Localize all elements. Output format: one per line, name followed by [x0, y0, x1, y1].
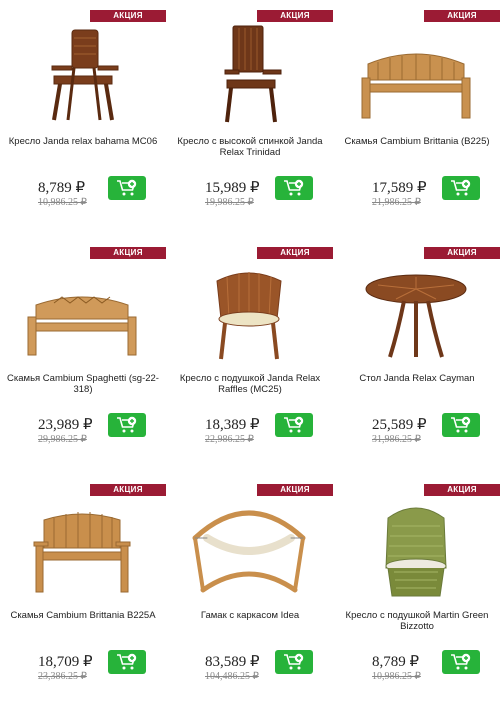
- product-old-price: 10,986.25 ₽: [372, 671, 421, 682]
- product-price: 17,589 ₽: [372, 180, 427, 196]
- product-card[interactable]: АКЦИЯ Кресло с подушкой Janda Relax Raff…: [167, 237, 333, 473]
- sale-badge: АКЦИЯ: [90, 484, 166, 496]
- product-name[interactable]: Гамак с каркасом Idea: [173, 610, 327, 621]
- product-old-price: 22,986.25 ₽: [205, 434, 254, 445]
- product-price: 18,389 ₽: [205, 417, 260, 433]
- product-name[interactable]: Скамья Cambium Spaghetti (sg-22-318): [6, 373, 160, 395]
- cart-plus-icon: [117, 416, 137, 433]
- cart-plus-icon: [284, 179, 304, 196]
- product-name[interactable]: Стол Janda Relax Cayman: [340, 373, 494, 384]
- product-image[interactable]: [181, 498, 317, 598]
- add-to-cart-button[interactable]: [275, 176, 313, 200]
- product-image[interactable]: [14, 498, 150, 598]
- product-price: 8,789 ₽: [372, 654, 420, 670]
- add-to-cart-button[interactable]: [442, 413, 480, 437]
- product-card[interactable]: АКЦИЯ Скамья Cambium Spaghetti (sg-22-31…: [0, 237, 166, 473]
- product-old-price: 23,386.25 ₽: [38, 671, 87, 682]
- sale-badge: АКЦИЯ: [424, 484, 500, 496]
- product-price: 23,989 ₽: [38, 417, 93, 433]
- product-name[interactable]: Кресло Janda relax bahama MC06: [6, 136, 160, 147]
- product-image[interactable]: [181, 24, 317, 124]
- product-name[interactable]: Кресло с высокой спинкой Janda Relax Tri…: [173, 136, 327, 158]
- sale-badge: АКЦИЯ: [257, 247, 333, 259]
- add-to-cart-button[interactable]: [108, 650, 146, 674]
- product-name[interactable]: Скамья Cambium Brittania (B225): [340, 136, 494, 147]
- product-image[interactable]: [348, 261, 484, 361]
- cart-plus-icon: [284, 653, 304, 670]
- sale-badge: АКЦИЯ: [257, 484, 333, 496]
- product-price: 25,589 ₽: [372, 417, 427, 433]
- product-image[interactable]: [348, 24, 484, 124]
- product-price: 15,989 ₽: [205, 180, 260, 196]
- product-name[interactable]: Скамья Cambium Brittania B225A: [6, 610, 160, 621]
- product-old-price: 19,986.25 ₽: [205, 197, 254, 208]
- product-image[interactable]: [14, 261, 150, 361]
- product-grid: АКЦИЯ Кресло Janda relax bahama MC06 8,7…: [0, 0, 500, 700]
- product-card[interactable]: АКЦИЯ Кресло с высокой спинкой Janda Rel…: [167, 0, 333, 236]
- sale-badge: АКЦИЯ: [90, 10, 166, 22]
- product-card[interactable]: АКЦИЯ Гамак с каркасом Idea 83,589 ₽ 104…: [167, 474, 333, 710]
- add-to-cart-button[interactable]: [275, 650, 313, 674]
- product-price: 18,709 ₽: [38, 654, 93, 670]
- add-to-cart-button[interactable]: [275, 413, 313, 437]
- sale-badge: АКЦИЯ: [424, 247, 500, 259]
- product-card[interactable]: АКЦИЯ Кресло Janda relax bahama MC06 8,7…: [0, 0, 166, 236]
- cart-plus-icon: [451, 179, 471, 196]
- product-old-price: 29,986.25 ₽: [38, 434, 87, 445]
- add-to-cart-button[interactable]: [108, 413, 146, 437]
- product-name[interactable]: Кресло с подушкой Janda Relax Raffles (M…: [173, 373, 327, 395]
- cart-plus-icon: [451, 653, 471, 670]
- sale-badge: АКЦИЯ: [90, 247, 166, 259]
- product-card[interactable]: АКЦИЯ Скамья Cambium Brittania (B225) 17…: [334, 0, 500, 236]
- product-old-price: 21,986.25 ₽: [372, 197, 421, 208]
- cart-plus-icon: [284, 416, 304, 433]
- product-card[interactable]: АКЦИЯ Кресло с подушкой Martin Green Biz…: [334, 474, 500, 710]
- product-price: 8,789 ₽: [38, 180, 86, 196]
- add-to-cart-button[interactable]: [108, 176, 146, 200]
- product-image[interactable]: [181, 261, 317, 361]
- add-to-cart-button[interactable]: [442, 176, 480, 200]
- cart-plus-icon: [451, 416, 471, 433]
- product-name[interactable]: Кресло с подушкой Martin Green Bizzotto: [340, 610, 494, 632]
- product-old-price: 31,986.25 ₽: [372, 434, 421, 445]
- product-card[interactable]: АКЦИЯ Скамья Cambium Brittania B225A 18,…: [0, 474, 166, 710]
- sale-badge: АКЦИЯ: [257, 10, 333, 22]
- product-image[interactable]: [14, 24, 150, 124]
- product-price: 83,589 ₽: [205, 654, 260, 670]
- product-old-price: 104,486.25 ₽: [205, 671, 259, 682]
- cart-plus-icon: [117, 179, 137, 196]
- product-card[interactable]: АКЦИЯ Стол Janda Relax Cayman 25,589 ₽ 3…: [334, 237, 500, 473]
- sale-badge: АКЦИЯ: [424, 10, 500, 22]
- add-to-cart-button[interactable]: [442, 650, 480, 674]
- product-old-price: 10,986.25 ₽: [38, 197, 87, 208]
- cart-plus-icon: [117, 653, 137, 670]
- product-image[interactable]: [348, 498, 484, 598]
